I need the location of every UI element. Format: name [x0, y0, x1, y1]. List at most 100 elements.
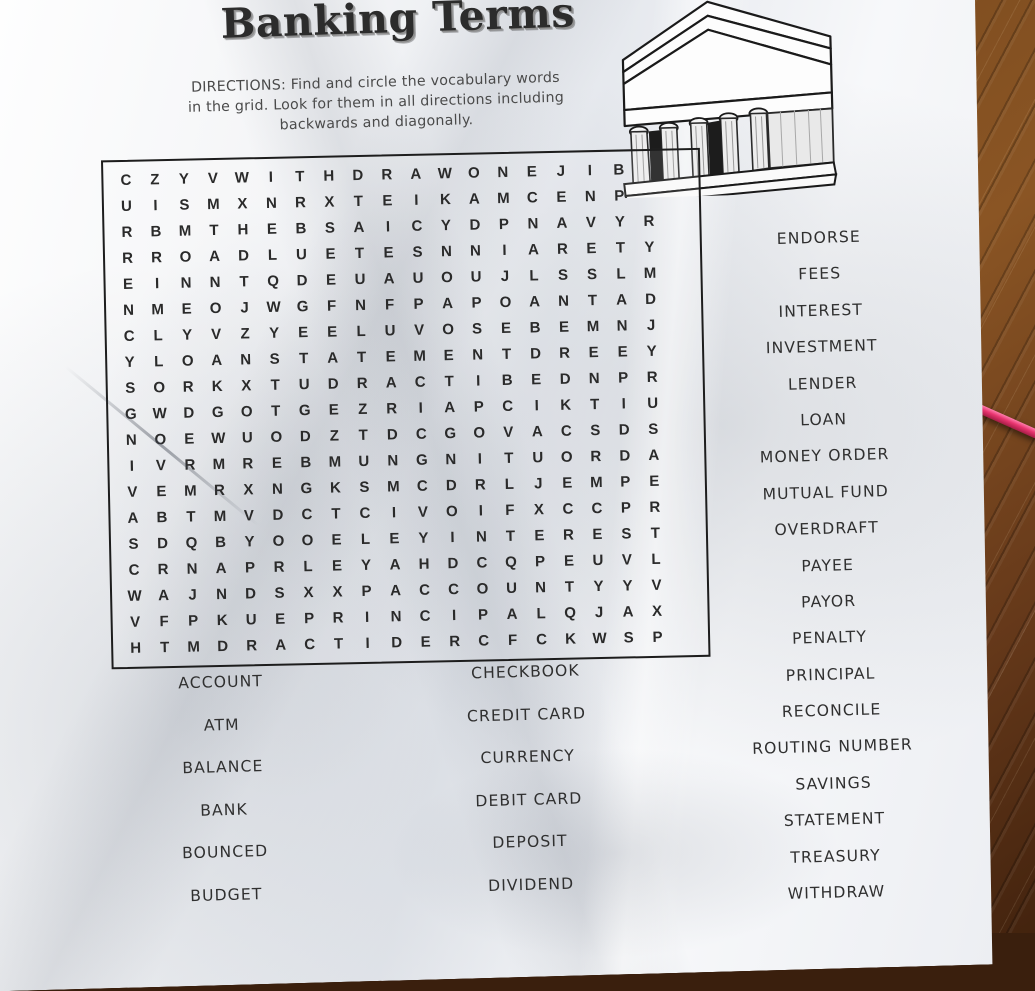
- grid-cell: E: [443, 346, 454, 365]
- grid-cell: R: [449, 633, 461, 651]
- grid-cell: S: [471, 320, 483, 338]
- wordlist-item: LOAN: [800, 410, 848, 430]
- grid-cell: P: [361, 583, 372, 601]
- grid-cell: S: [128, 535, 139, 554]
- grid-cell: V: [417, 503, 429, 522]
- grid-cell: C: [562, 500, 574, 519]
- grid-cell: P: [614, 187, 625, 205]
- grid-cell: R: [121, 249, 134, 267]
- grid-cell: D: [619, 447, 631, 465]
- word-search-grid[interactable]: CZYVWITHDRAWONEJIBUISMXNRXTEIKAMCENPRBMT…: [101, 148, 711, 669]
- grid-cell: R: [590, 448, 602, 466]
- grid-cell: G: [444, 425, 457, 443]
- grid-cell: S: [179, 196, 190, 214]
- grid-cell: E: [331, 531, 342, 549]
- grid-cell: Q: [185, 534, 198, 552]
- grid-cell: D: [272, 506, 284, 525]
- grid-cell: E: [297, 323, 309, 342]
- grid-cell: [663, 181, 693, 208]
- grid-cell: U: [505, 580, 518, 598]
- grid-cell: P: [620, 473, 631, 491]
- grid-cell: R: [559, 344, 571, 362]
- grid-cell: E: [156, 483, 167, 501]
- grid-cell: N: [534, 579, 547, 597]
- grid-cell: K: [439, 190, 451, 208]
- grid-cell: Y: [593, 578, 604, 596]
- grid-cell: N: [125, 431, 137, 449]
- grid-cell: T: [353, 192, 364, 210]
- grid-cell: R: [646, 368, 658, 386]
- grid-cell: W: [211, 429, 226, 448]
- grid-cell: X: [651, 603, 663, 621]
- grid-cell: M: [151, 300, 165, 319]
- grid-cell: P: [187, 612, 199, 631]
- grid-cell: E: [326, 323, 338, 341]
- grid-cell: F: [159, 613, 169, 631]
- grid-cell: I: [414, 191, 419, 209]
- grid-cell: I: [418, 399, 424, 417]
- grid-cell: G: [298, 402, 311, 420]
- grid-cell: H: [418, 555, 430, 574]
- grid-cell: A: [127, 509, 139, 528]
- grid-cell: L: [153, 353, 164, 371]
- wordlist-column-left: ACCOUNT ATM BALANCE BANK BOUNCED BUDGET: [105, 670, 342, 931]
- grid-cell: C: [359, 505, 371, 523]
- grid-cell: A: [389, 556, 401, 574]
- grid-cell: W: [152, 405, 168, 423]
- grid-cell: B: [501, 371, 513, 389]
- grid-cell: A: [211, 351, 223, 370]
- grid-cell: V: [621, 551, 633, 569]
- grid-cell: W: [266, 298, 281, 316]
- grid-cell: O: [440, 268, 454, 287]
- grid-cell: [634, 182, 664, 209]
- grid-cell: W: [437, 164, 453, 182]
- grid-cell: S: [648, 420, 659, 439]
- grid-cell: O: [179, 248, 192, 266]
- grid-cell: M: [643, 264, 657, 282]
- grid-cell: N: [354, 296, 367, 314]
- grid-cell: A: [275, 637, 287, 655]
- grid-cell: L: [360, 531, 371, 549]
- grid-cell: Y: [644, 238, 655, 256]
- grid-cell: S: [621, 525, 632, 543]
- grid-cell: L: [529, 266, 539, 285]
- grid-cell: D: [386, 426, 398, 444]
- grid-cell: [662, 155, 692, 182]
- grid-cell: T: [270, 376, 280, 394]
- grid-cell: R: [386, 400, 398, 418]
- grid-cell: E: [181, 300, 192, 318]
- wordlist-item: INVESTMENT: [765, 336, 878, 358]
- grid-cell: T: [209, 221, 219, 239]
- grid-cell: C: [414, 373, 426, 391]
- grid-cell: P: [620, 499, 632, 517]
- grid-cell: T: [358, 426, 369, 445]
- grid-cell: F: [384, 296, 395, 314]
- grid-cell: E: [563, 552, 575, 571]
- grid-cell: I: [478, 502, 484, 520]
- grid-cell: [633, 156, 663, 183]
- grid-cell: B: [156, 509, 168, 527]
- grid-cell: T: [564, 578, 575, 597]
- grid-cell: T: [354, 244, 365, 262]
- grid-cell: I: [502, 241, 507, 259]
- grid-cell: Y: [268, 324, 280, 342]
- grid-cell: I: [477, 450, 483, 468]
- grid-cell: A: [531, 423, 543, 441]
- grid-cell: A: [327, 349, 339, 367]
- grid-cell: L: [651, 551, 661, 569]
- grid-cell: M: [589, 474, 603, 492]
- grid-cell: A: [468, 190, 480, 208]
- grid-cell: C: [591, 500, 603, 518]
- grid-cell: Q: [564, 604, 577, 623]
- grid-cell: A: [389, 582, 402, 600]
- grid-cell: E: [617, 343, 628, 361]
- grid-cell: J: [556, 162, 566, 180]
- grid-cell: A: [215, 560, 227, 578]
- grid-cell: I: [621, 395, 626, 413]
- grid-cell: E: [558, 318, 570, 336]
- grid-cell: J: [188, 586, 197, 605]
- grid-cell: Y: [360, 557, 372, 575]
- grid-cell: [667, 389, 697, 416]
- grid-cell: R: [182, 378, 194, 396]
- grid-cell: D: [530, 345, 542, 363]
